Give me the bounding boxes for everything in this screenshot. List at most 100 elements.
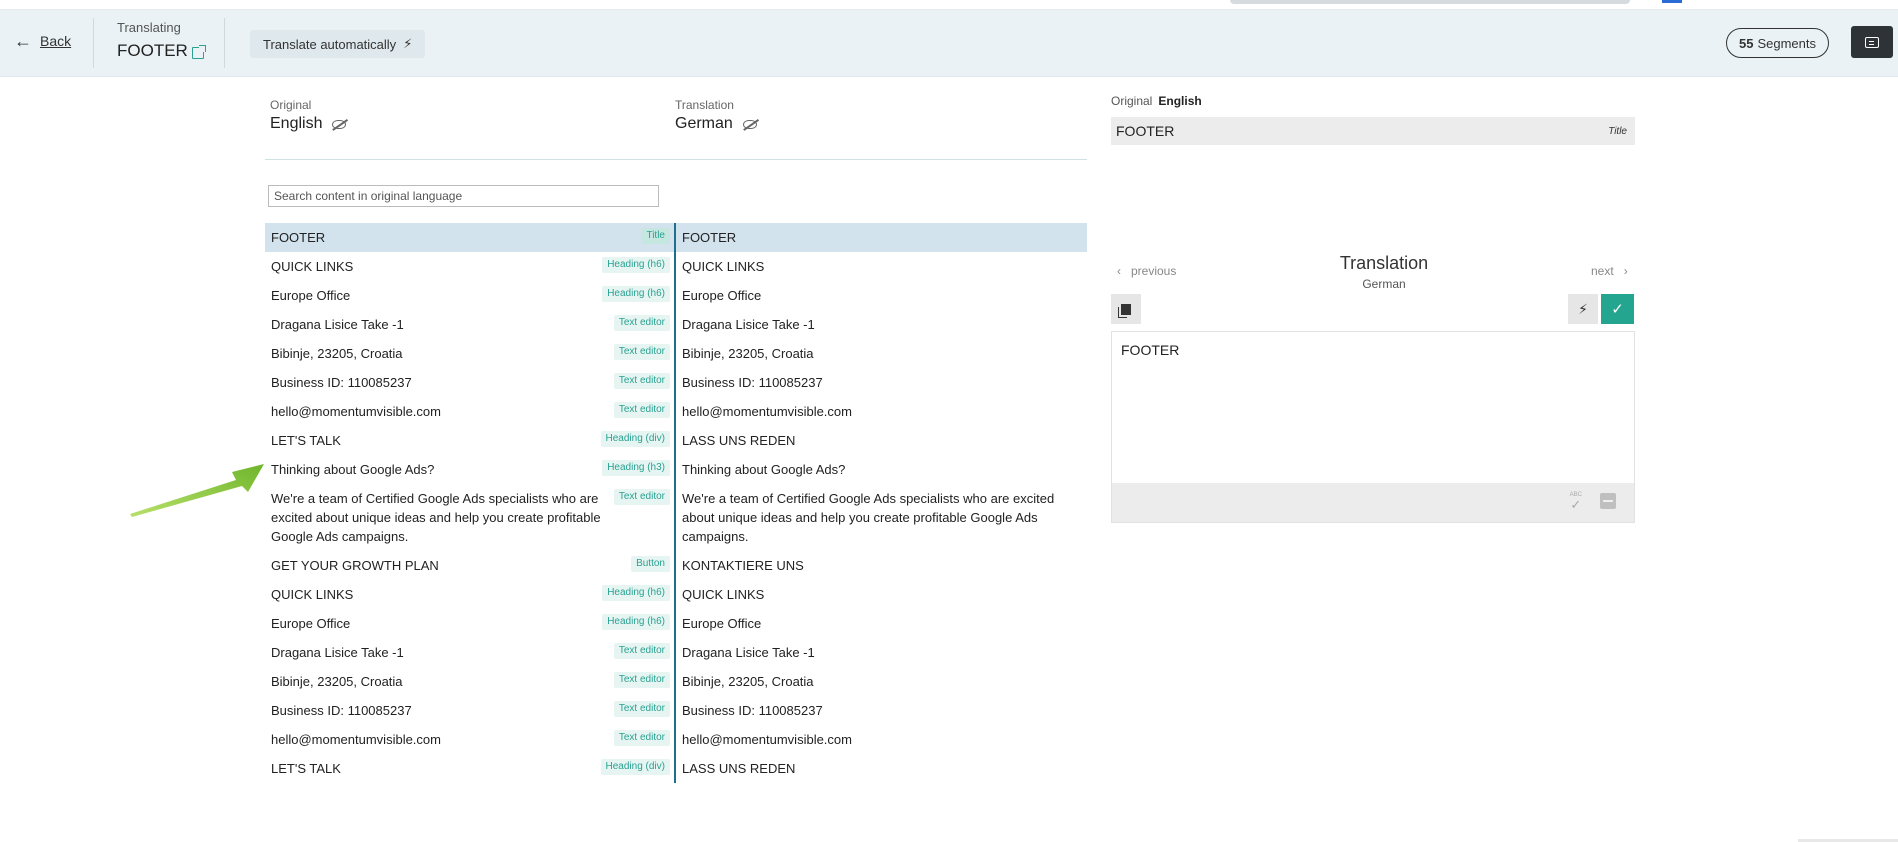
external-link-icon[interactable]	[191, 45, 206, 59]
panel-original-lang: English	[1158, 94, 1202, 108]
original-language-header: Original English	[270, 98, 347, 133]
segment-row[interactable]: Bibinje, 23205, Croatia Text editor Bibinj…	[265, 667, 1087, 696]
panel-title: Translation	[1339, 253, 1429, 273]
comments-button[interactable]	[1851, 26, 1893, 58]
segment-original: QUICK LINKS Heading (h6)	[265, 580, 672, 609]
segment-type-badge: Text editor	[613, 730, 670, 746]
segment-original-text: LET'S TALK	[271, 761, 341, 776]
back-label: Back	[40, 33, 72, 49]
segment-row[interactable]: Dragana Lisice Take -1 Text editor Dragana…	[265, 310, 1087, 339]
segment-translation[interactable]: Dragana Lisice Take -1	[674, 310, 1087, 339]
divider	[93, 18, 94, 68]
translation-editor[interactable]: FOOTER	[1111, 331, 1635, 484]
back-arrow-icon: ←	[14, 31, 32, 51]
segment-original: GET YOUR GROWTH PLAN Button	[265, 551, 672, 580]
chat-icon	[1865, 36, 1879, 48]
segment-translation[interactable]: Business ID: 110085237	[674, 696, 1087, 725]
segment-row[interactable]: Dragana Lisice Take -1 Text editor Dragana…	[265, 638, 1087, 667]
copy-original-button[interactable]	[1111, 294, 1141, 324]
segment-original-text: hello@momentumvisible.com	[271, 732, 441, 747]
segment-row[interactable]: Bibinje, 23205, Croatia Text editor Bibinj…	[265, 339, 1087, 368]
horizontal-scrollbar[interactable]	[1230, 0, 1630, 4]
segment-original-text: Europe Office	[271, 616, 351, 631]
segments-count: 55	[1739, 35, 1754, 51]
segment-type-badge: Button	[631, 556, 670, 572]
segment-translation[interactable]: We're a team of Certified Google Ads spe…	[674, 484, 1087, 551]
segment-translation[interactable]: LASS UNS REDEN	[674, 754, 1087, 783]
segment-row[interactable]: LET'S TALK Heading (div) LASS UNS REDEN	[265, 426, 1087, 455]
editor-toolbar: ABC ✓	[1111, 483, 1635, 523]
segment-translation[interactable]: Europe Office	[674, 609, 1087, 638]
segment-translation[interactable]: Bibinje, 23205, Croatia	[674, 339, 1087, 368]
previous-segment-button[interactable]: ‹ previous	[1117, 264, 1176, 278]
segment-original-text: QUICK LINKS	[271, 587, 354, 602]
next-segment-button[interactable]: next ›	[1591, 264, 1628, 278]
segment-original: Business ID: 110085237 Text editor	[265, 368, 672, 397]
segment-translation[interactable]: LASS UNS REDEN	[674, 426, 1087, 455]
segment-row[interactable]: hello@momentumvisible.com Text editor hell…	[265, 397, 1087, 426]
segment-type-badge: Text editor	[613, 701, 670, 717]
segment-translation[interactable]: FOOTER	[674, 223, 1087, 252]
divider	[265, 159, 1087, 160]
chevron-left-icon: ‹	[1117, 264, 1121, 278]
translate-automatically-button[interactable]: Translate automatically ⚡︎	[250, 30, 426, 58]
segment-translation[interactable]: KONTAKTIERE UNS	[674, 551, 1087, 580]
panel-original-type: Title	[1608, 125, 1627, 137]
segment-type-badge: Text editor	[613, 643, 670, 659]
segment-row[interactable]: QUICK LINKS Heading (h6) QUICK LINKS	[265, 580, 1087, 609]
segments-button[interactable]: 55 Segments	[1726, 28, 1830, 58]
segment-translation[interactable]: Dragana Lisice Take -1	[674, 638, 1087, 667]
segment-type-badge: Text editor	[613, 344, 670, 360]
segment-row[interactable]: Business ID: 110085237 Text editor Busines…	[265, 368, 1087, 397]
segment-translation[interactable]: Business ID: 110085237	[674, 368, 1087, 397]
segment-translation[interactable]: hello@momentumvisible.com	[674, 397, 1087, 426]
segment-row[interactable]: QUICK LINKS Heading (h6) QUICK LINKS	[265, 252, 1087, 281]
original-language: English	[270, 115, 323, 132]
divider	[224, 18, 225, 68]
bolt-icon: ⚡︎	[1578, 300, 1588, 317]
segment-original: LET'S TALK Heading (div)	[265, 754, 672, 783]
confirm-translation-button[interactable]: ✓	[1601, 294, 1634, 324]
segment-translation[interactable]: Thinking about Google Ads?	[674, 455, 1087, 484]
image-icon[interactable]	[1600, 493, 1616, 509]
segment-original: Europe Office Heading (h6)	[265, 281, 672, 310]
search-input[interactable]	[268, 185, 659, 207]
bolt-icon: ⚡︎	[403, 36, 413, 51]
segment-type-badge: Text editor	[613, 373, 670, 389]
translate-automatically-label: Translate automatically	[263, 36, 397, 52]
spellcheck-icon[interactable]: ABC ✓	[1570, 492, 1582, 511]
segment-row[interactable]: Europe Office Heading (h6) Europe Office	[265, 609, 1087, 638]
segment-translation[interactable]: QUICK LINKS	[674, 580, 1087, 609]
translation-language: German	[675, 115, 733, 132]
segment-original-text: Business ID: 110085237	[271, 375, 412, 390]
segment-row[interactable]: FOOTER Title FOOTER	[265, 223, 1087, 252]
segment-row[interactable]: Business ID: 110085237 Text editor Busines…	[265, 696, 1087, 725]
segment-row[interactable]: We're a team of Certified Google Ads spe…	[265, 484, 1087, 551]
page-title: FOOTER	[117, 41, 188, 60]
segment-row[interactable]: GET YOUR GROWTH PLAN Button KONTAKTIERE UN…	[265, 551, 1087, 580]
auto-translate-segment-button[interactable]: ⚡︎	[1568, 294, 1598, 324]
segment-translation[interactable]: Europe Office	[674, 281, 1087, 310]
back-button[interactable]: ← Back	[14, 31, 72, 51]
segment-row[interactable]: hello@momentumvisible.com Text editor hell…	[265, 725, 1087, 754]
check-icon: ✓	[1611, 301, 1624, 318]
eye-slash-icon[interactable]	[332, 119, 347, 129]
translating-info: Translating FOOTER	[117, 20, 206, 61]
eye-slash-icon[interactable]	[742, 119, 757, 129]
segment-row[interactable]: Thinking about Google Ads? Heading (h3) Th…	[265, 455, 1087, 484]
segment-translation[interactable]: Bibinje, 23205, Croatia	[674, 667, 1087, 696]
segment-original-text: Business ID: 110085237	[271, 703, 412, 718]
segment-original: Bibinje, 23205, Croatia Text editor	[265, 667, 672, 696]
segment-translation[interactable]: hello@momentumvisible.com	[674, 725, 1087, 754]
segment-original-text: Europe Office	[271, 288, 351, 303]
segment-original-text: Bibinje, 23205, Croatia	[271, 346, 403, 361]
segment-translation[interactable]: QUICK LINKS	[674, 252, 1087, 281]
panel-original-text: FOOTER	[1116, 123, 1175, 139]
segment-list: FOOTER Title FOOTER QUICK LINKS Heading (h6)…	[265, 223, 1087, 783]
translation-language-header: Translation German	[675, 98, 757, 133]
segment-row[interactable]: Europe Office Heading (h6) Europe Office	[265, 281, 1087, 310]
segment-original-text: Bibinje, 23205, Croatia	[271, 674, 403, 689]
app-header: ← Back Translating FOOTER Translate auto…	[0, 10, 1898, 77]
segment-original: Business ID: 110085237 Text editor	[265, 696, 672, 725]
segment-row[interactable]: LET'S TALK Heading (div) LASS UNS REDEN	[265, 754, 1087, 783]
